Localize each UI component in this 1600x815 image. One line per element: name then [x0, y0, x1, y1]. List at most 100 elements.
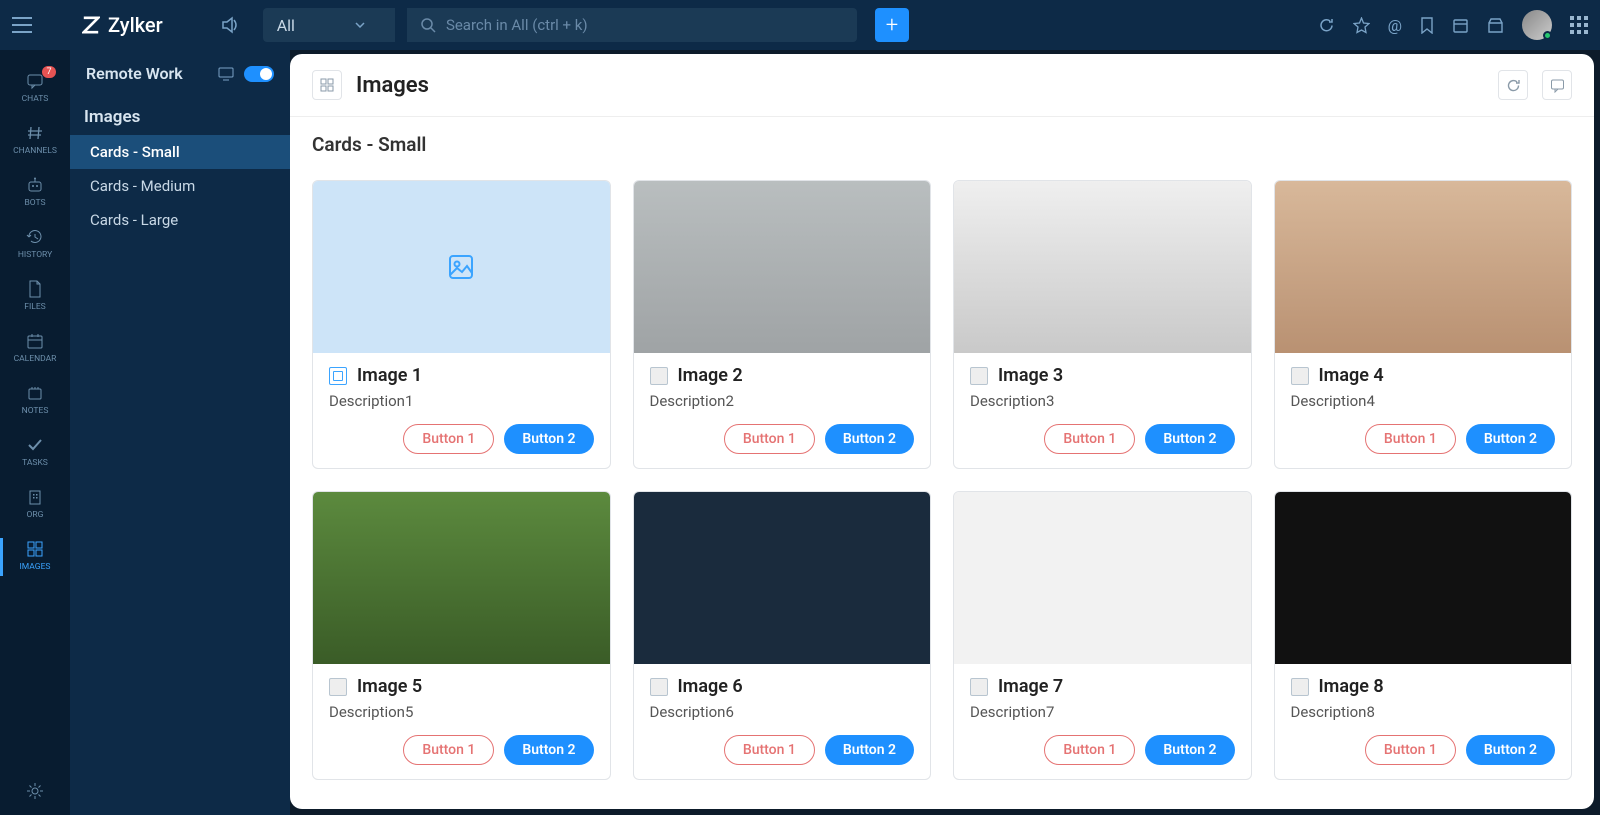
- file-icon: [26, 280, 44, 298]
- settings-button[interactable]: [25, 767, 45, 815]
- store-icon[interactable]: [1487, 17, 1504, 34]
- rail-item-calendar[interactable]: CALENDAR: [0, 324, 70, 374]
- rail-item-history[interactable]: HISTORY: [0, 220, 70, 270]
- presence-dot-icon: [1543, 31, 1552, 40]
- image-card: Image 1 Description1 Button 1 Button 2: [312, 180, 611, 469]
- search-input[interactable]: [446, 16, 843, 34]
- card-button-2[interactable]: Button 2: [1145, 424, 1234, 454]
- image-card: Image 6 Description6 Button 1 Button 2: [633, 491, 932, 780]
- card-thumb-icon: [1291, 678, 1309, 696]
- images-icon: [26, 540, 44, 558]
- rail-label: ORG: [27, 510, 44, 520]
- rail-item-images[interactable]: IMAGES: [0, 532, 70, 582]
- image-card: Image 3 Description3 Button 1 Button 2: [953, 180, 1252, 469]
- card-image: [1275, 181, 1572, 353]
- rail-item-channels[interactable]: CHANNELS: [0, 116, 70, 166]
- workspace-name: Remote Work: [86, 64, 183, 83]
- rail-label: NOTES: [22, 406, 49, 416]
- hamburger-menu[interactable]: [12, 17, 32, 33]
- rail-item-tasks[interactable]: TASKS: [0, 428, 70, 478]
- rail-item-org[interactable]: ORG: [0, 480, 70, 530]
- rail-item-bots[interactable]: BOTS: [0, 168, 70, 218]
- card-thumb-icon: [650, 367, 668, 385]
- rail-label: CHATS: [22, 94, 49, 104]
- sidebar-section-title: Images: [70, 95, 290, 135]
- remote-toggle[interactable]: [244, 66, 274, 82]
- card-button-2[interactable]: Button 2: [1145, 735, 1234, 765]
- tasks-icon: [26, 436, 44, 454]
- card-description: Description7: [970, 703, 1235, 721]
- brand-logo-icon: [82, 16, 100, 34]
- org-icon: [26, 488, 44, 506]
- monitor-icon[interactable]: [218, 67, 234, 81]
- card-title: Image 1: [357, 365, 422, 386]
- image-card: Image 5 Description5 Button 1 Button 2: [312, 491, 611, 780]
- card-image: [634, 492, 931, 664]
- sidebar-item[interactable]: Cards - Large: [70, 203, 290, 237]
- search-filter-select[interactable]: All: [263, 8, 395, 42]
- card-button-1[interactable]: Button 1: [403, 735, 494, 765]
- image-card: Image 7 Description7 Button 1 Button 2: [953, 491, 1252, 780]
- card-button-1[interactable]: Button 1: [724, 424, 815, 454]
- image-card: Image 8 Description8 Button 1 Button 2: [1274, 491, 1573, 780]
- search-filter-value: All: [277, 16, 295, 35]
- card-button-2[interactable]: Button 2: [825, 735, 914, 765]
- card-description: Description3: [970, 392, 1235, 410]
- page-subtitle: Cards - Small: [290, 117, 1594, 162]
- star-icon[interactable]: [1353, 17, 1370, 34]
- card-title: Image 4: [1319, 365, 1384, 386]
- card-image: [313, 492, 610, 664]
- rail-label: FILES: [24, 302, 45, 312]
- card-thumb-icon: [329, 678, 347, 696]
- apps-grid-icon[interactable]: [1570, 16, 1588, 34]
- card-image: [954, 492, 1251, 664]
- sidebar: Remote Work Images Cards - SmallCards - …: [70, 50, 290, 815]
- card-title: Image 3: [998, 365, 1063, 386]
- card-button-1[interactable]: Button 1: [1365, 424, 1456, 454]
- user-avatar[interactable]: [1522, 10, 1552, 40]
- nav-rail: CHATS 7 CHANNELS BOTS HISTORY FILES CALENDAR NO…: [0, 50, 70, 815]
- card-button-1[interactable]: Button 1: [1044, 424, 1135, 454]
- hash-icon: [26, 124, 44, 142]
- card-description: Description2: [650, 392, 915, 410]
- view-mode-button[interactable]: [312, 70, 342, 100]
- card-button-2[interactable]: Button 2: [1466, 735, 1555, 765]
- gear-icon: [25, 781, 45, 801]
- rail-label: HISTORY: [18, 250, 52, 260]
- rail-item-chats[interactable]: CHATS 7: [0, 64, 70, 114]
- sidebar-item[interactable]: Cards - Medium: [70, 169, 290, 203]
- brand: Zylker: [82, 13, 163, 37]
- card-button-2[interactable]: Button 2: [504, 735, 593, 765]
- speaker-icon[interactable]: [221, 16, 241, 34]
- search-box[interactable]: [407, 8, 857, 42]
- page-title: Images: [356, 73, 429, 98]
- calendar-icon[interactable]: [1452, 17, 1469, 34]
- card-button-1[interactable]: Button 1: [724, 735, 815, 765]
- card-button-1[interactable]: Button 1: [403, 424, 494, 454]
- card-button-2[interactable]: Button 2: [1466, 424, 1555, 454]
- card-thumb-icon: [650, 678, 668, 696]
- card-description: Description1: [329, 392, 594, 410]
- rail-label: BOTS: [24, 198, 45, 208]
- card-button-1[interactable]: Button 1: [1044, 735, 1135, 765]
- rail-item-files[interactable]: FILES: [0, 272, 70, 322]
- card-thumb-icon: [1291, 367, 1309, 385]
- card-button-2[interactable]: Button 2: [825, 424, 914, 454]
- at-icon[interactable]: @: [1388, 16, 1402, 35]
- bookmark-icon[interactable]: [1420, 17, 1434, 34]
- refresh-icon[interactable]: [1318, 17, 1335, 34]
- add-button[interactable]: +: [875, 8, 909, 42]
- bot-icon: [26, 176, 44, 194]
- badge: 7: [42, 66, 56, 78]
- rail-item-notes[interactable]: NOTES: [0, 376, 70, 426]
- card-button-1[interactable]: Button 1: [1365, 735, 1456, 765]
- rail-label: TASKS: [22, 458, 48, 468]
- refresh-button[interactable]: [1498, 70, 1528, 100]
- sidebar-item[interactable]: Cards - Small: [70, 135, 290, 169]
- card-title: Image 2: [678, 365, 743, 386]
- card-button-2[interactable]: Button 2: [504, 424, 593, 454]
- rail-label: CHANNELS: [13, 146, 57, 156]
- card-description: Description4: [1291, 392, 1556, 410]
- comments-button[interactable]: [1542, 70, 1572, 100]
- history-icon: [26, 228, 44, 246]
